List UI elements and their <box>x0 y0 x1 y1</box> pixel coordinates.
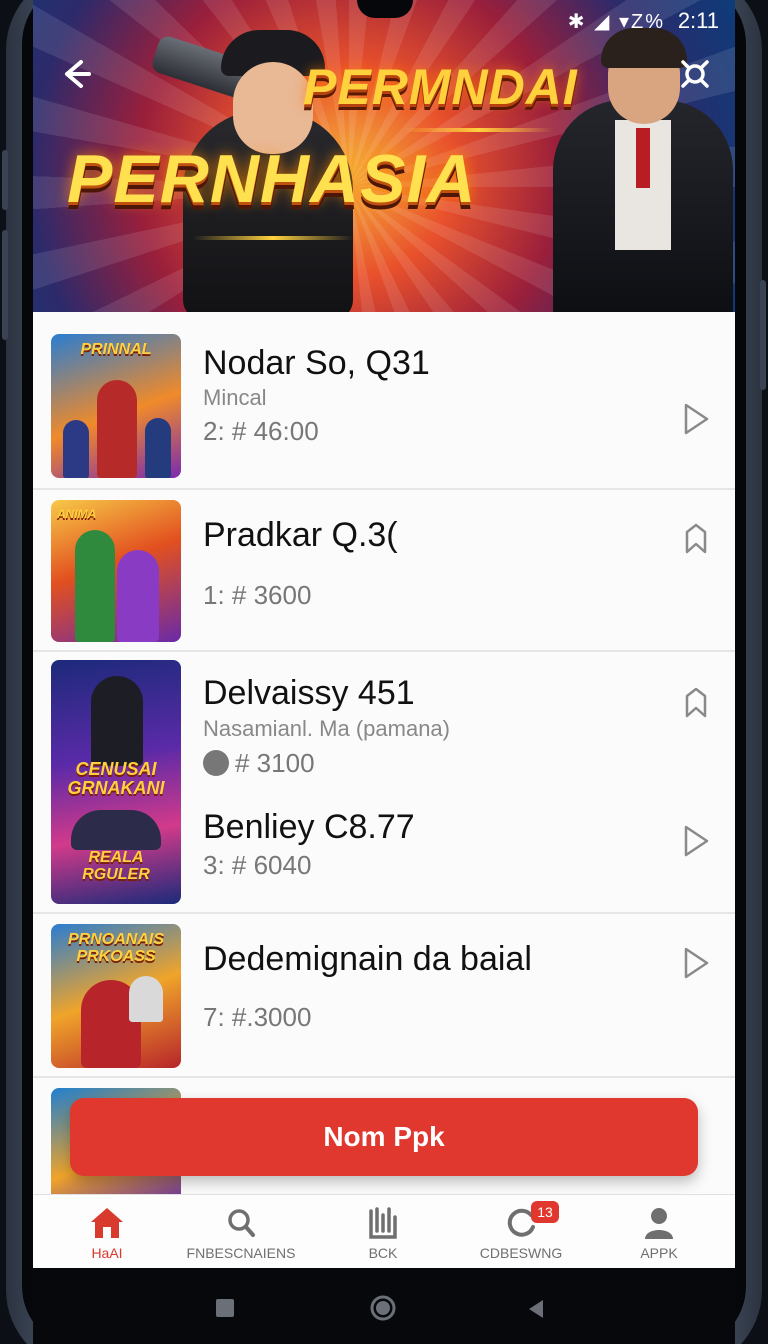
power-button <box>760 280 766 390</box>
thumb-figure <box>117 550 159 642</box>
thumb-figure <box>97 380 137 478</box>
notification-badge: 13 <box>531 1201 559 1223</box>
item-price: 2: # 46:00 <box>203 416 319 446</box>
volume-button <box>2 150 8 210</box>
item-thumbnail: PRINNAL <box>51 334 181 478</box>
thumb-label: ANIMA <box>57 507 97 521</box>
list-item[interactable]: ANIMA Pradkar Q.3( 1: # 3600 <box>33 490 735 652</box>
thumb-figure <box>129 976 163 1022</box>
nav-label: CDBESWNG <box>479 1245 563 1261</box>
item-title: Pradkar Q.3( <box>203 516 398 554</box>
sparkle-line-2 <box>193 236 353 240</box>
nav-item-refresh[interactable]: 13 CDBESWNG <box>451 1201 591 1267</box>
back-button[interactable] <box>525 1298 547 1325</box>
item-thumbnail: ANIMA <box>51 500 181 642</box>
nav-item-home[interactable]: HaAI <box>37 1201 177 1267</box>
system-nav-bar <box>33 1268 735 1344</box>
play-triangle-icon[interactable] <box>681 824 711 858</box>
status-time: 2:11 <box>677 8 719 33</box>
share-icon[interactable] <box>675 54 715 94</box>
play-triangle-icon[interactable] <box>681 946 711 980</box>
arrow-left-icon[interactable] <box>53 52 97 96</box>
status-icons: ✱ ◢ ▾Z% <box>567 11 665 33</box>
nav-item-search[interactable]: FNBESCNAIENS <box>171 1201 311 1267</box>
item-title: Dedemignain da baial <box>203 940 532 978</box>
thumb-figure <box>145 418 171 478</box>
recent-apps-button[interactable] <box>215 1298 235 1323</box>
home-icon <box>87 1205 127 1241</box>
thumb-figure <box>91 676 143 766</box>
item-price: 3: # 6040 <box>203 850 312 880</box>
item-title: Benliey C8.77 <box>203 808 415 846</box>
thumb-label: PRINNAL <box>80 341 152 358</box>
item-price: # 3100 <box>203 748 315 779</box>
sparkle-line <box>403 128 553 132</box>
item-title: Delvaissy 451 <box>203 674 415 712</box>
banner-title-top: PERMNDAI <box>303 59 578 115</box>
list-item[interactable]: CENUSAI GRNAKANI REALA RGULER Delvaissy … <box>33 652 735 914</box>
list-item[interactable]: PRINNAL Nodar So, Q31 Mincal 2: # 46:00 <box>33 312 735 490</box>
hero-banner: PERMNDAI PERNHASIA ✱ ◢ ▾Z% 2:11 <box>33 0 735 312</box>
thumb-label: CENUSAI GRNAKANI <box>67 759 165 798</box>
item-thumbnail: CENUSAI GRNAKANI REALA RGULER <box>51 660 181 904</box>
thumb-label: PRNOANAIS PRKOASS <box>67 931 164 965</box>
item-price: 7: #.3000 <box>203 1002 312 1032</box>
more-dots-icon <box>203 750 229 776</box>
bookmark-icon[interactable] <box>681 522 711 556</box>
banner-title-main: PERNHASIA <box>67 141 477 217</box>
thumb-figure <box>63 420 89 478</box>
primary-action-button[interactable]: Nom Ppk <box>70 1098 698 1176</box>
book-icon <box>363 1205 403 1241</box>
thumb-label-2: REALA RGULER <box>82 849 150 883</box>
character-right-tie <box>636 128 650 188</box>
person-icon <box>639 1205 679 1241</box>
item-subtitle: Mincal <box>203 385 267 410</box>
list-item[interactable]: PRNOANAIS PRKOASS Dedemignain da baial 7… <box>33 914 735 1078</box>
camera-notch <box>357 0 413 18</box>
item-price: 1: # 3600 <box>203 580 312 610</box>
screen: PERMNDAI PERNHASIA ✱ ◢ ▾Z% 2:11 PRINNAL <box>33 0 735 1268</box>
nav-label: HaAI <box>91 1245 123 1261</box>
item-thumbnail: PRNOANAIS PRKOASS <box>51 924 181 1068</box>
thumb-figure <box>75 530 115 642</box>
volume-button-2 <box>2 230 8 340</box>
item-title: Nodar So, Q31 <box>203 344 430 382</box>
home-button[interactable] <box>370 1295 396 1326</box>
search-icon <box>221 1205 261 1241</box>
item-subtitle: Nasamianl. Ma (pamana) <box>203 716 450 741</box>
play-triangle-icon[interactable] <box>681 402 711 436</box>
thumb-figure <box>71 810 161 850</box>
bottom-nav: HaAI FNBESCNAIENS BCK 13 CDBESWNG APPK <box>33 1194 735 1268</box>
nav-label: APPK <box>640 1245 678 1261</box>
nav-label: FNBESCNAIENS <box>186 1245 296 1261</box>
bookmark-icon[interactable] <box>681 686 711 720</box>
nav-label: BCK <box>368 1245 398 1261</box>
item-price-value: # 3100 <box>235 748 315 778</box>
status-bar: ✱ ◢ ▾Z% 2:11 <box>33 0 735 40</box>
nav-item-book[interactable]: BCK <box>313 1201 453 1267</box>
nav-item-profile[interactable]: APPK <box>589 1201 729 1267</box>
